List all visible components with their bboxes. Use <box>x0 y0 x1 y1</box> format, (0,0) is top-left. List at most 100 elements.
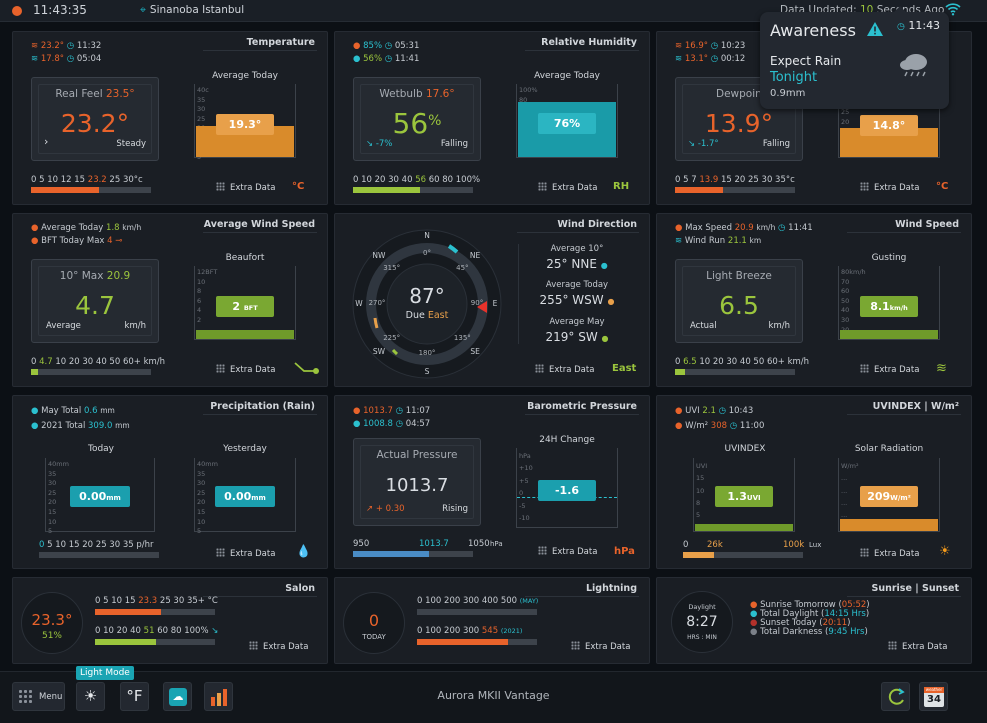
daylight-sub: HRS : MIN <box>687 634 717 641</box>
tick-label: 15 <box>48 507 57 516</box>
extra-data-button[interactable]: Extra Data <box>888 641 947 652</box>
dewpoint-bar <box>675 187 795 193</box>
wind-average-bar <box>31 369 151 375</box>
sun-details: ● Sunrise Tomorrow (05:52) ● Total Dayli… <box>750 601 870 637</box>
compass-degree: 135° <box>453 334 471 343</box>
light-mode-tooltip: Light Mode <box>76 666 134 680</box>
extra-data-button[interactable]: Extra Data <box>216 182 275 193</box>
extra-data-button[interactable]: Extra Data <box>860 182 919 193</box>
wetbulb-label: Wetbulb 17.6° <box>379 88 455 100</box>
wind-average-display: 10° Max 20.9 4.7 Average km/h <box>31 259 159 343</box>
lux-scale: 0 26k 100k Lux <box>683 540 822 550</box>
tick-label: 10 <box>696 486 705 495</box>
panel-title: Salon <box>285 583 315 594</box>
speed-unit: km/h <box>768 321 790 331</box>
solar-pill: 209W/m² <box>860 486 918 507</box>
bottom-bar: Menu Light Mode ☀ °F ☁ Aurora MKII Vanta… <box>0 666 987 723</box>
extra-data-button[interactable]: Extra Data <box>860 548 919 559</box>
compass-degree: 315° <box>383 263 401 272</box>
tick-label: 15 <box>696 474 705 483</box>
beaufort-chart: 12BFT 10 8 6 4 2 2 BFT <box>194 266 296 340</box>
unit-label: hPa <box>614 546 635 557</box>
max-speed: ● Max Speed 20.9 km/h ◷ 11:41 <box>675 223 813 233</box>
pressure-low: ● 1008.8 ◷ 04:57 <box>353 419 431 429</box>
compass-degree: 0° <box>423 249 431 257</box>
tick-label: 10 <box>197 517 206 526</box>
avg-10-value: 25° NNE ● <box>546 257 608 271</box>
temperature-display: Real Feel 23.5° 23.2° › Steady <box>31 77 159 161</box>
awareness-title: Awareness <box>770 21 856 40</box>
lightning-month-scale: 0 100 200 300 400 500 (MAY) <box>417 596 539 606</box>
panel-title: UVINDEX | W/m² <box>872 401 959 412</box>
compass-point-se: SE <box>470 347 480 357</box>
extra-data-button[interactable]: Extra Data <box>860 364 919 375</box>
awareness-when: Tonight <box>770 70 818 85</box>
compass-point-nw: NW <box>372 250 386 260</box>
daylight-value: 8:27 <box>686 614 718 630</box>
extra-data-button[interactable]: Extra Data <box>216 364 275 375</box>
compass-degree: 45° <box>456 263 469 272</box>
panel-title: Relative Humidity <box>541 37 637 48</box>
chevron-right-icon[interactable]: › <box>44 135 48 148</box>
wind-average-today: ● Average Today 1.8 km/h <box>31 223 142 233</box>
raindrop-icon: 💧 <box>296 544 311 558</box>
darkness-row: ● Total Darkness (9:45 Hrs) <box>750 627 868 637</box>
temp-high: ≋ 23.2° ◷ 11:32 <box>31 41 102 51</box>
change-chart: hPa +10 +5 0 -5 -10 -1.6 <box>516 448 618 528</box>
pressure-delta: ↗ + 0.30 <box>366 504 405 514</box>
temperature-scale: 0 5 10 12 15 23.2 25 30°c <box>31 175 143 185</box>
solar-max: ● W/m² 308 ◷ 11:00 <box>675 421 765 431</box>
extra-data-button[interactable]: Extra Data <box>216 548 275 559</box>
extra-data-button[interactable]: Extra Data <box>249 641 308 652</box>
chart-ticks: 12BFT 10 8 6 4 2 <box>197 268 217 326</box>
wind-direction-panel: Wind Direction 87° Due East N NE E SE S SW W NW… <box>334 213 650 387</box>
average-pill: 19.3° <box>216 114 274 135</box>
compass-point-ne: NE <box>469 250 481 260</box>
record-icon[interactable] <box>12 6 22 16</box>
refresh-icon <box>888 688 905 705</box>
avg-today-label: Average Today <box>545 280 609 290</box>
tick-label: 4 <box>197 306 202 315</box>
humidity-display: Wetbulb 17.6° 56% ↘ -7% Falling <box>353 77 481 161</box>
tick-label: ... <box>841 474 848 483</box>
panel-title: Precipitation (Rain) <box>210 401 315 412</box>
chart-ticks: 40mm 35 30 25 20 15 10 5 <box>48 460 69 537</box>
humidity-bar <box>353 187 473 193</box>
panel-title: Temperature <box>246 37 315 48</box>
yesterday-title: Yesterday <box>223 444 267 454</box>
today-pill: 0.00mm <box>70 486 130 507</box>
pressure-bar <box>353 551 473 557</box>
month-total: ● May Total 0.6 mm <box>31 406 115 416</box>
average-chart: 100%80604020 76% <box>516 84 618 158</box>
rain-panel: Precipitation (Rain) ● May Total 0.6 mm … <box>12 395 328 569</box>
tick-label: ... <box>841 498 848 507</box>
unit-label: °C <box>292 181 305 192</box>
salon-temp: 23.3° <box>31 611 73 629</box>
humidity-low: ● 56% ◷ 11:41 <box>353 54 420 64</box>
avg-today-block: Average Today 255° WSW ● <box>517 280 637 307</box>
tick-label: 12BFT <box>197 268 218 276</box>
direction-label: Due East <box>405 310 449 321</box>
extra-data-button[interactable]: Extra Data <box>535 364 594 375</box>
gust-chart: 80km/h706050403020 8.1km/h <box>838 266 940 340</box>
tick-label: 30 <box>841 315 850 324</box>
unit-label: °C <box>936 181 949 192</box>
lightning-sub: TODAY <box>362 633 386 641</box>
tick-label: 70 <box>841 277 850 286</box>
avg-10-block: Average 10° 25° NNE ● <box>517 244 637 271</box>
tick-label: 2 <box>197 315 202 324</box>
extra-data-button[interactable]: Extra Data <box>571 641 630 652</box>
pressure-scale: 950 1013.7 1050 hPa <box>353 539 503 549</box>
extra-data-button[interactable]: Extra Data <box>538 182 597 193</box>
dewpoint-low: ≋ 13.1° ◷ 00:12 <box>675 54 746 64</box>
compass-point-n: N <box>424 231 430 240</box>
gust-fill <box>840 330 938 339</box>
tick-label: 5 <box>197 527 202 536</box>
compass: 87° Due East N NE E SE S SW W NW 0° 45° 90° 135° 180… <box>347 224 507 384</box>
refresh-button[interactable] <box>881 682 910 711</box>
calendar-button[interactable]: weather 34 <box>919 682 948 711</box>
awareness-popup[interactable]: Awareness ◷ 11:43 Expect Rain Tonight 0.… <box>760 6 949 109</box>
tick-label: 35 <box>197 95 206 104</box>
location[interactable]: ⌖ Sinanoba Istanbul <box>140 4 244 17</box>
extra-data-button[interactable]: Extra Data <box>538 546 597 557</box>
